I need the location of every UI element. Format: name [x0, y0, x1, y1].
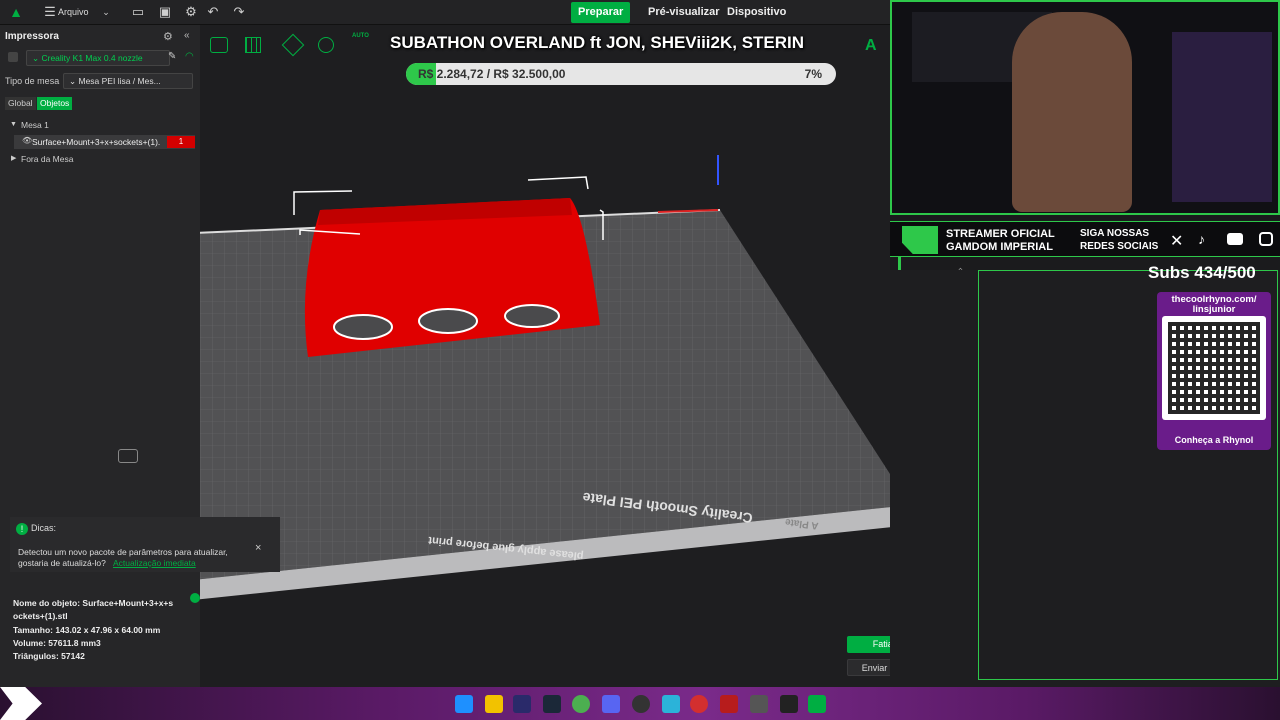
printer-icon [8, 52, 18, 62]
tips-info-icon: ! [16, 523, 28, 535]
save-icon[interactable]: ▣ [157, 4, 173, 20]
qr-pattern [1168, 322, 1260, 414]
qr-card: thecoolrhyno.com/ linsjunior Conheça a R… [1157, 292, 1271, 450]
status-dot-icon [190, 593, 200, 603]
tips-box: ! Dicas: × Detectou um novo pacote de pa… [10, 517, 280, 572]
webcam-frame [890, 0, 1280, 215]
collapse-arrow-icon[interactable]: ▶ [11, 154, 16, 162]
socket-hole-2 [418, 308, 478, 334]
webcam-background [1172, 32, 1272, 202]
instagram-icon [1259, 232, 1273, 246]
printer-section-title: Impressora [5, 31, 59, 42]
top-toolbar: ▲ ☰ Arquivo ⌄ ▭ ▣ ⚙ ↶ ↷ Preparar Pré-vis… [0, 0, 890, 25]
windows-taskbar [0, 687, 1280, 720]
tab-global[interactable]: Global [5, 97, 36, 110]
socket-hole-3 [504, 304, 560, 328]
app-icon[interactable] [690, 695, 708, 713]
printer-select[interactable]: ⌄ Creality K1 Max 0.4 nozzle [26, 50, 170, 66]
file-explorer-icon[interactable] [485, 695, 503, 713]
streamer-banner: STREAMER OFICIAL GAMDOM IMPERIAL SIGA NO… [890, 221, 1280, 257]
plate-label[interactable]: Mesa 1 [21, 120, 121, 130]
terminal-icon[interactable] [780, 695, 798, 713]
file-menu-label[interactable]: Arquivo [58, 7, 89, 17]
3d-viewport[interactable]: AUTO A SUBATHON OVERLAND ft JON, SHEViii… [118, 25, 973, 687]
x-social-icon: ✕ [1170, 233, 1184, 250]
tiktok-icon: ♪ [1198, 231, 1205, 247]
creality-print-icon[interactable] [808, 695, 826, 713]
tips-title: Dicas: [31, 523, 57, 533]
chrome-icon[interactable] [572, 695, 590, 713]
object-row[interactable]: 👁 Surface+Mount+3+x+sockets+(1). 1 [14, 135, 195, 149]
socket-hole-1 [333, 314, 393, 340]
printer-settings-gear-icon[interactable]: ⚙ [163, 30, 173, 43]
stream-logo-icon [0, 687, 42, 720]
youtube-icon [1227, 233, 1243, 245]
tab-device[interactable]: Dispositivo [720, 2, 793, 23]
open-folder-icon[interactable]: ▭ [130, 4, 146, 20]
brand-logo-icon [902, 226, 938, 254]
edit-pencil-icon[interactable]: ✎ [168, 51, 176, 62]
left-panel: Impressora ⚙ « ⌄ Creality K1 Max 0.4 noz… [0, 25, 200, 465]
left-lower-panel: ! Dicas: × Detectou um novo pacote de pa… [0, 465, 280, 687]
tab-prepare[interactable]: Preparar [571, 2, 631, 23]
windows-start-icon[interactable] [455, 695, 473, 713]
app-logo-icon: ▲ [9, 4, 23, 20]
camera-view-icon[interactable] [118, 449, 138, 463]
collapse-panel-icon[interactable]: « [184, 30, 190, 41]
undo-icon[interactable]: ↶ [205, 4, 221, 20]
webcam-person [1012, 12, 1132, 212]
app-icon[interactable] [720, 695, 738, 713]
build-plate-scene [200, 155, 890, 600]
tab-objects[interactable]: Objetos [37, 97, 73, 110]
bed-type-value: Mesa PEI lisa / Mes... [78, 76, 161, 86]
bed-type-label: Tipo de mesa [5, 76, 60, 86]
settings-gear-icon[interactable]: ⚙ [183, 4, 199, 20]
object-triangles: Triângulos: 57142 [13, 651, 85, 661]
app-icon[interactable] [662, 695, 680, 713]
close-icon[interactable]: × [255, 542, 261, 554]
social-line1: SIGA NOSSAS [1080, 228, 1150, 239]
app-icon[interactable] [513, 695, 531, 713]
app-icon[interactable] [750, 695, 768, 713]
object-name-line2: ockets+(1).stl [13, 611, 68, 621]
qr-code [1162, 316, 1266, 420]
streamer-line2: GAMDOM IMPERIAL [946, 241, 1053, 253]
expand-arrow-icon[interactable]: ▼ [10, 121, 17, 128]
qr-caption: Conheça a Rhynol [1174, 435, 1254, 445]
bed-type-select[interactable]: ⌄ Mesa PEI lisa / Mes... [63, 73, 193, 89]
qr-title: thecoolrhyno.com/ linsjunior [1171, 294, 1257, 315]
social-line2: REDES SOCIAIS [1080, 241, 1159, 252]
outside-plate-label[interactable]: Fora da Mesa [21, 154, 121, 164]
eye-icon[interactable]: 👁 [22, 136, 32, 145]
object-name-line: Nome do objeto: Surface+Mount+3+x+s [13, 598, 174, 608]
object-error-badge: 1 [167, 136, 195, 148]
redo-icon[interactable]: ↷ [231, 4, 247, 20]
printer-select-value: Creality K1 Max 0.4 nozzle [41, 53, 143, 63]
obs-icon[interactable] [632, 695, 650, 713]
steam-icon[interactable] [543, 695, 561, 713]
object-volume: Volume: 57611.8 mm3 [13, 638, 101, 648]
update-now-link[interactable]: Actualização imediata [113, 558, 196, 568]
chevron-down-icon[interactable]: ⌄ [98, 4, 114, 20]
object-name: Surface+Mount+3+x+sockets+(1). [32, 137, 161, 147]
hamburger-menu-icon[interactable]: ☰ [42, 4, 58, 20]
wifi-icon[interactable]: ◠ [185, 51, 194, 62]
object-size: Tamanho: 143.02 x 47.96 x 64.00 mm [13, 625, 161, 635]
streamer-line1: STREAMER OFICIAL [946, 228, 1055, 240]
tab-preview[interactable]: Pré-visualizar [641, 2, 727, 23]
subs-counter: Subs 434/500 [1148, 263, 1256, 282]
discord-icon[interactable] [602, 695, 620, 713]
